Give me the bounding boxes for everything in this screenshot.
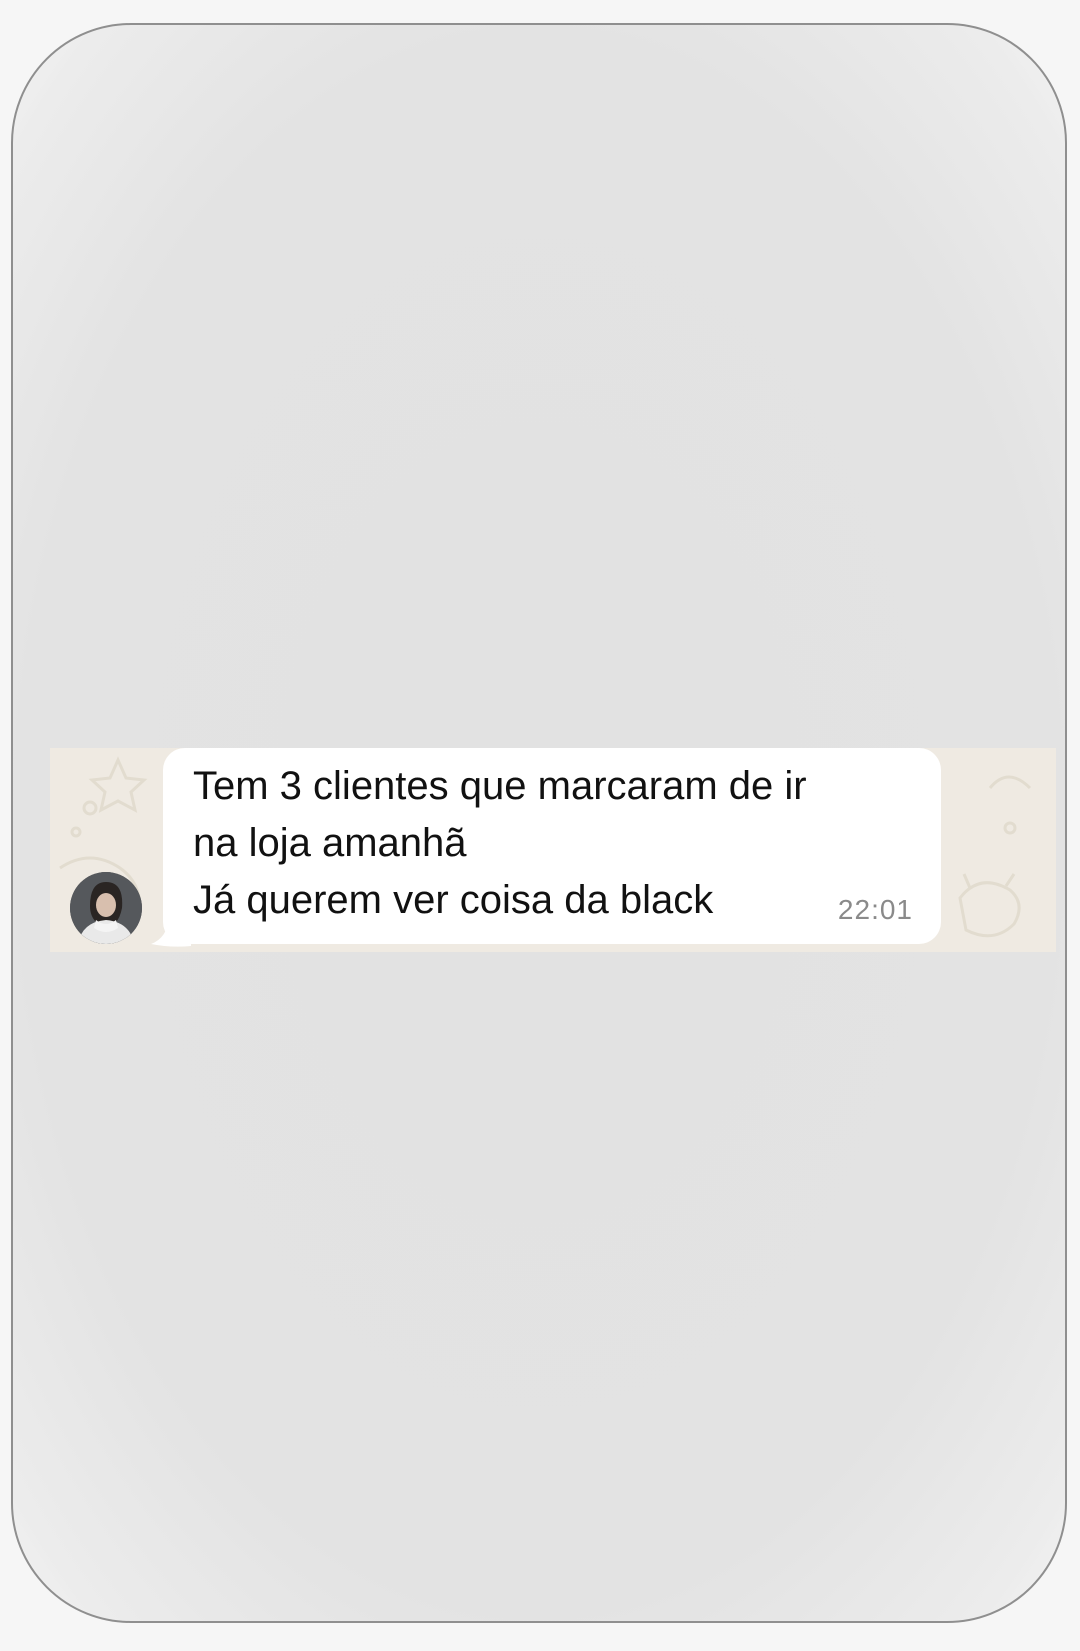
message-line: Tem 3 clientes que marcaram de ir xyxy=(193,764,807,808)
profile-photo-icon xyxy=(70,872,142,944)
incoming-message-bubble[interactable]: Tem 3 clientes que marcaram de ir na loj… xyxy=(163,748,941,944)
sender-avatar[interactable] xyxy=(70,872,142,944)
screenshot-frame: Tem 3 clientes que marcaram de ir na loj… xyxy=(11,23,1067,1623)
message-timestamp: 22:01 xyxy=(837,894,913,925)
chat-area: Tem 3 clientes que marcaram de ir na loj… xyxy=(50,748,1056,952)
message-line: na loja amanhã xyxy=(193,821,467,865)
message-line: Já querem ver coisa da black xyxy=(193,878,714,922)
message-text: Tem 3 clientes que marcaram de ir na loj… xyxy=(193,758,807,929)
